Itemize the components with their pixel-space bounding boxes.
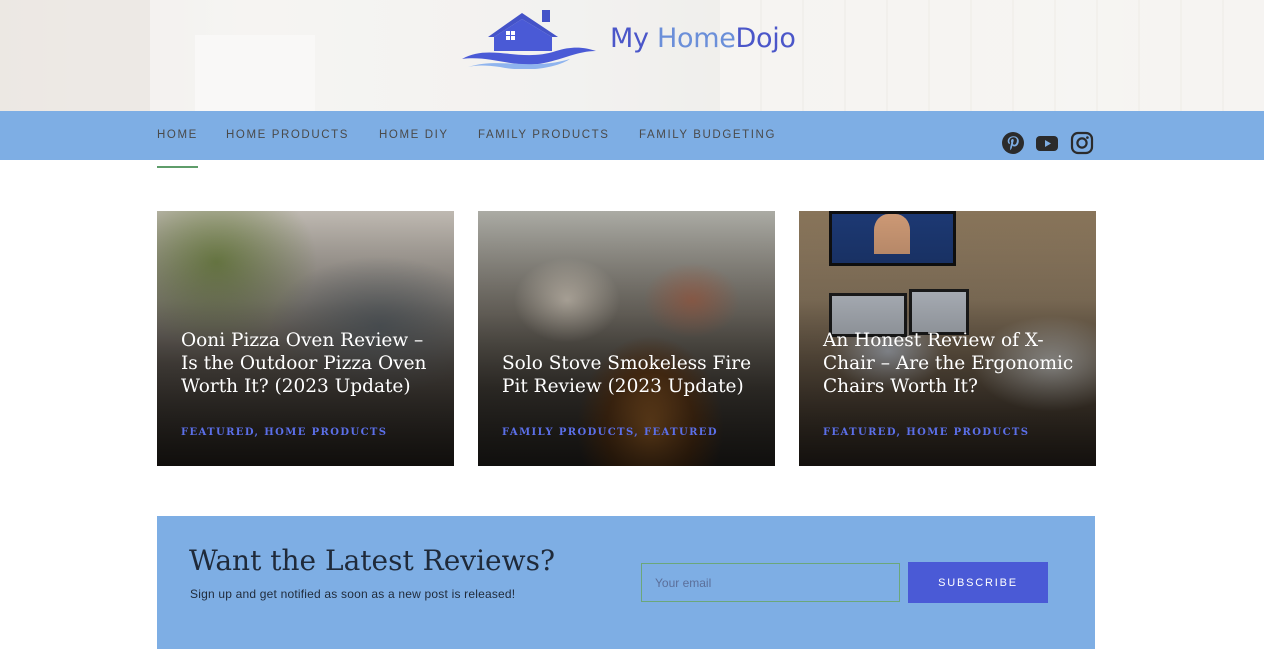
newsletter-signup: Want the Latest Reviews? Sign up and get… [157,516,1095,649]
site-header: My HomeDojo [0,0,1264,111]
post-categories[interactable]: FAMILY PRODUCTS, FEATURED [502,427,718,438]
post-card[interactable]: Ooni Pizza Oven Review – Is the Outdoor … [157,211,454,466]
site-title: My HomeDojo [610,23,796,54]
nav-item-home-diy[interactable]: HOME DIY [379,129,449,141]
subscribe-button[interactable]: SUBSCRIBE [908,562,1048,603]
post-title[interactable]: Solo Stove Smokeless Fire Pit Review (20… [502,352,753,398]
house-logo-icon [462,10,596,69]
main-nav: HOME HOME PRODUCTS HOME DIY FAMILY PRODU… [0,111,1264,168]
logo-text-dojo: Dojo [735,22,796,54]
newsletter-title: Want the Latest Reviews? [189,544,555,577]
nav-item-home-products[interactable]: HOME PRODUCTS [226,129,349,141]
nav-item-family-budgeting[interactable]: FAMILY BUDGETING [639,129,776,141]
nav-item-home[interactable]: HOME [157,129,198,168]
logo-text-my: My [610,22,657,54]
newsletter-subtitle: Sign up and get notified as soon as a ne… [190,587,516,601]
post-title[interactable]: Ooni Pizza Oven Review – Is the Outdoor … [181,329,432,398]
nav-item-family-products[interactable]: FAMILY PRODUCTS [478,129,610,141]
post-title[interactable]: An Honest Review of X-Chair – Are the Er… [823,329,1074,398]
post-card[interactable]: Solo Stove Smokeless Fire Pit Review (20… [478,211,775,466]
email-field[interactable] [641,563,900,602]
post-card[interactable]: An Honest Review of X-Chair – Are the Er… [799,211,1096,466]
logo-text-home: Home [656,22,736,54]
site-logo[interactable]: My HomeDojo [460,6,796,70]
pinterest-icon[interactable] [1001,131,1025,155]
youtube-icon[interactable] [1035,131,1059,155]
post-categories[interactable]: FEATURED, HOME PRODUCTS [181,427,387,438]
post-categories[interactable]: FEATURED, HOME PRODUCTS [823,427,1029,438]
instagram-icon[interactable] [1070,131,1094,155]
